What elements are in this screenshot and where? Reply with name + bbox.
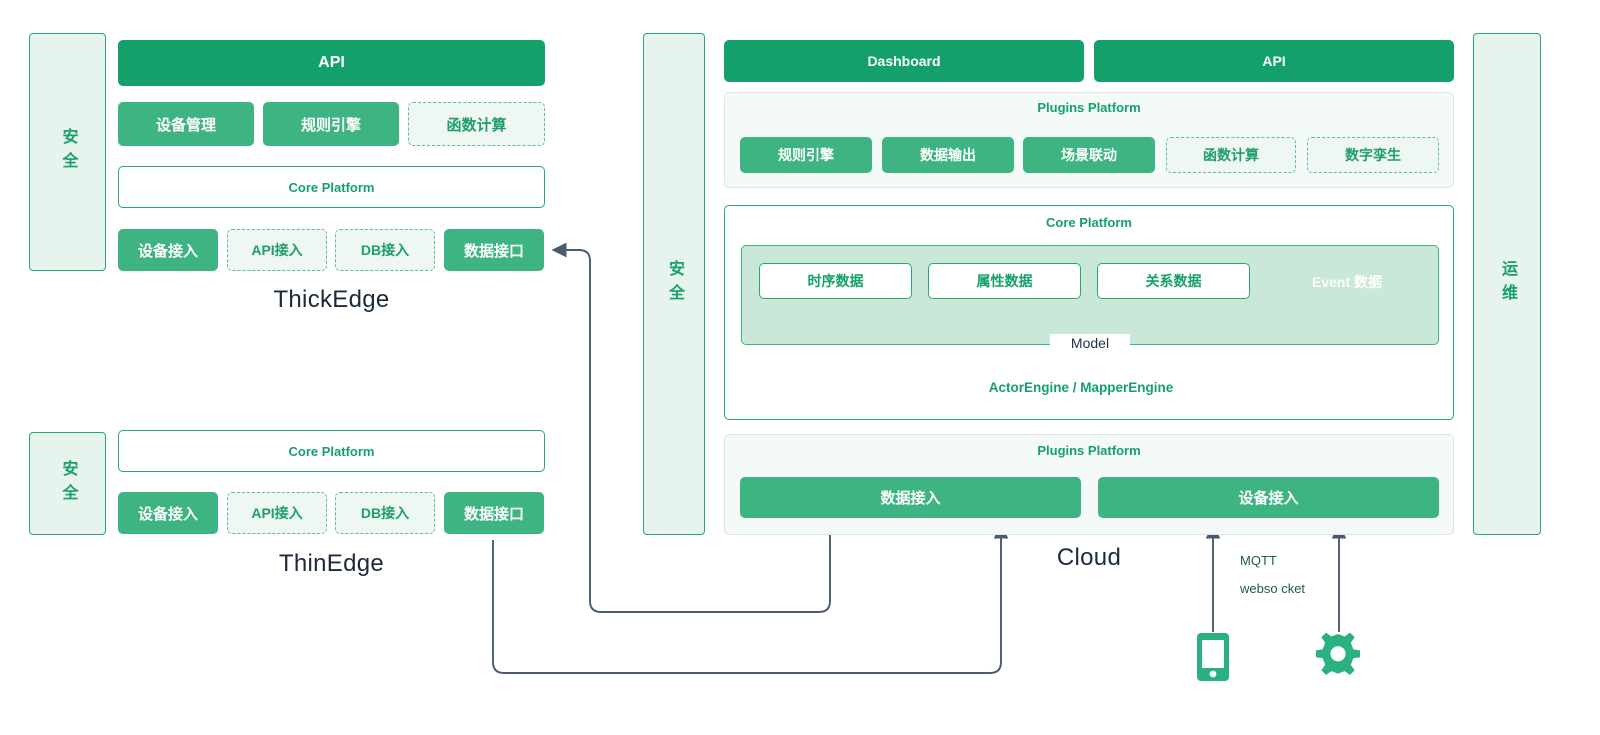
plugin-scene-linkage[interactable]: 场景联动 — [1023, 137, 1155, 173]
core-relation-data[interactable]: 关系数据 — [1097, 263, 1250, 299]
thickedge-label: ThickEdge — [273, 286, 390, 313]
cloud-label: Cloud — [1056, 544, 1122, 571]
core-event-data[interactable]: Event 数据 — [1269, 262, 1425, 324]
phone-icon — [1197, 633, 1229, 681]
plugins-top-title: Plugins Platform — [1037, 100, 1141, 115]
thickedge-api-bar[interactable]: API — [118, 40, 545, 86]
cloud-dashboard[interactable]: Dashboard — [724, 40, 1084, 82]
cloud-security-column: 安全 — [643, 33, 705, 535]
plugin-data-access[interactable]: 数据接入 — [740, 477, 1081, 518]
plugin-device-access[interactable]: 设备接入 — [1098, 477, 1439, 518]
core-timeseries-data[interactable]: 时序数据 — [759, 263, 912, 299]
core-platform-title: Core Platform — [1046, 215, 1132, 230]
gear-icon — [1316, 632, 1360, 675]
cloud-api[interactable]: API — [1094, 40, 1454, 82]
thickedge-core-platform[interactable]: Core Platform — [118, 166, 545, 208]
core-engine-label: ActorEngine / MapperEngine — [988, 379, 1174, 395]
model-label: Model — [1050, 334, 1130, 352]
plugins-bottom-title: Plugins Platform — [1037, 443, 1141, 458]
thickedge-function-compute[interactable]: 函数计算 — [408, 102, 545, 146]
plugin-data-output[interactable]: 数据输出 — [882, 137, 1014, 173]
protocol-mqtt-label: MQTT — [1240, 553, 1277, 568]
plugin-digital-twin[interactable]: 数字孪生 — [1307, 137, 1439, 173]
thickedge-db-access[interactable]: DB接入 — [335, 229, 435, 271]
thickedge-device-mgmt[interactable]: 设备管理 — [118, 102, 254, 146]
plugin-rule-engine[interactable]: 规则引擎 — [740, 137, 872, 173]
thinedge-api-access[interactable]: API接入 — [227, 492, 327, 534]
thinedge-data-interface[interactable]: 数据接口 — [444, 492, 544, 534]
thinedge-device-access[interactable]: 设备接入 — [118, 492, 218, 534]
thinedge-core-platform[interactable]: Core Platform — [118, 430, 545, 472]
thickedge-api-access[interactable]: API接入 — [227, 229, 327, 271]
thickedge-security-column: 安全 — [29, 33, 106, 271]
thickedge-data-interface[interactable]: 数据接口 — [444, 229, 544, 271]
plugin-function-compute[interactable]: 函数计算 — [1166, 137, 1296, 173]
cloud-ops-column: 运维 — [1473, 33, 1541, 535]
thickedge-device-access[interactable]: 设备接入 — [118, 229, 218, 271]
architecture-diagram: 安全 API 设备管理 规则引擎 函数计算 Core Platform 设备接入… — [0, 0, 1600, 735]
thickedge-rule-engine[interactable]: 规则引擎 — [263, 102, 399, 146]
protocol-websocket-label: webso cket — [1240, 581, 1306, 596]
thinedge-db-access[interactable]: DB接入 — [335, 492, 435, 534]
thinedge-label: ThinEdge — [278, 550, 385, 577]
thinedge-security-column: 安全 — [29, 432, 106, 535]
core-property-data[interactable]: 属性数据 — [928, 263, 1081, 299]
